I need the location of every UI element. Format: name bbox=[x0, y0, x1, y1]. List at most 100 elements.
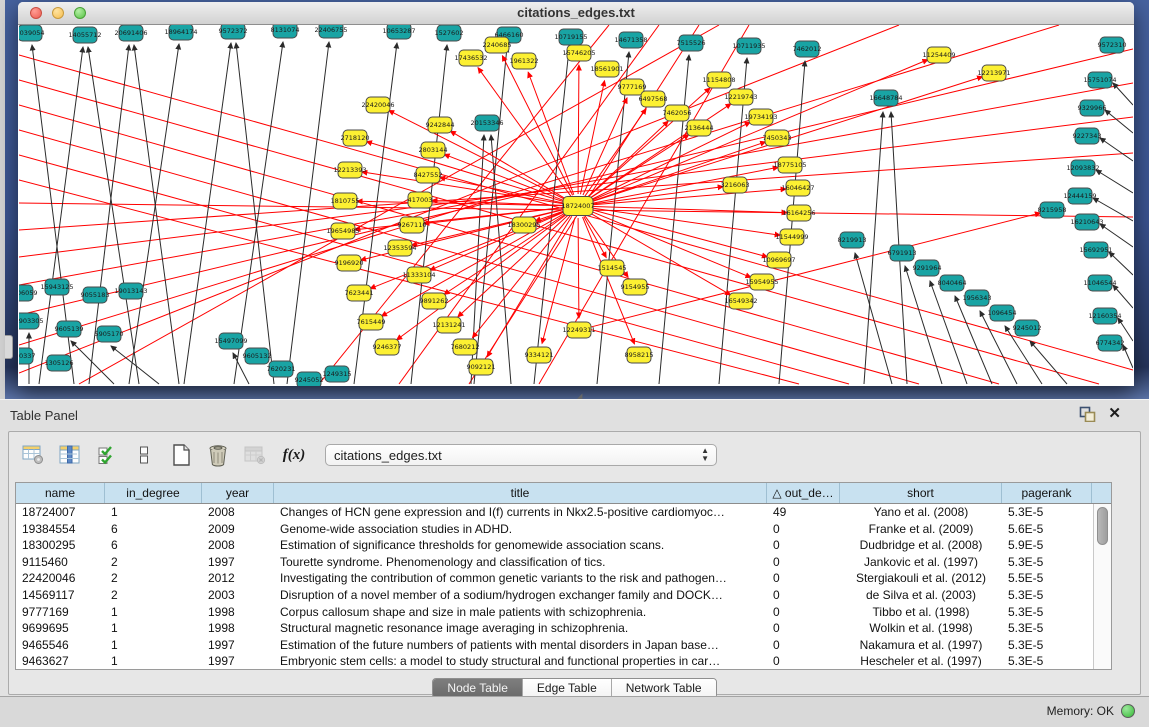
column-header-out_degree[interactable]: △ out_de… bbox=[767, 483, 840, 503]
cell-name[interactable]: 22420046 bbox=[16, 570, 105, 587]
graph-node[interactable]: 10711935 bbox=[732, 38, 765, 54]
graph-node[interactable]: 9092121 bbox=[467, 359, 496, 375]
graph-node[interactable]: 2718120 bbox=[341, 130, 370, 146]
graph-node[interactable]: 1096454 bbox=[988, 305, 1017, 321]
graph-node[interactable]: 8131074 bbox=[271, 25, 300, 38]
graph-node[interactable]: 22406755 bbox=[314, 25, 347, 38]
graph-node[interactable]: 8215958 bbox=[1038, 202, 1067, 218]
graph-node[interactable]: 3216063 bbox=[721, 177, 750, 193]
column-header-in_degree[interactable]: in_degree bbox=[105, 483, 202, 503]
table-row[interactable]: 911546021997Tourette syndrome. Phenomeno… bbox=[16, 554, 1111, 571]
table-row[interactable]: 946362711997Embryonic stem cells: a mode… bbox=[16, 653, 1111, 670]
graph-node[interactable]: 1810755 bbox=[331, 193, 360, 209]
graph-node[interactable]: 9605139 bbox=[55, 321, 84, 337]
graph-node[interactable]: 11046544 bbox=[1083, 275, 1116, 291]
function-builder-button[interactable]: f(x) bbox=[278, 441, 310, 469]
graph-node[interactable]: 9334121 bbox=[525, 347, 554, 363]
cell-out_degree[interactable]: 0 bbox=[767, 604, 840, 621]
graph-node[interactable]: 12213393 bbox=[333, 162, 366, 178]
cell-year[interactable]: 2012 bbox=[202, 570, 274, 587]
cell-in_degree[interactable]: 2 bbox=[105, 554, 202, 571]
cell-in_degree[interactable]: 1 bbox=[105, 620, 202, 637]
graph-node[interactable]: 9329966 bbox=[1078, 100, 1107, 116]
graph-node[interactable]: 14055712 bbox=[68, 27, 101, 43]
graph-node[interactable]: 10719155 bbox=[554, 29, 587, 45]
graph-node[interactable]: 22420046 bbox=[361, 97, 394, 113]
table-selector-dropdown[interactable]: citations_edges.txt ▲▼ bbox=[325, 444, 717, 466]
cell-name[interactable]: 9115460 bbox=[16, 554, 105, 571]
column-header-year[interactable]: year bbox=[202, 483, 274, 503]
cell-out_degree[interactable]: 0 bbox=[767, 537, 840, 554]
show-column-button[interactable] bbox=[56, 441, 84, 469]
cell-name[interactable]: 9465546 bbox=[16, 637, 105, 654]
cell-year[interactable]: 2008 bbox=[202, 537, 274, 554]
cell-year[interactable]: 2008 bbox=[202, 504, 274, 521]
graph-node[interactable]: 18300295 bbox=[507, 217, 540, 233]
graph-node[interactable]: 20691406 bbox=[114, 25, 147, 41]
select-columns-button[interactable] bbox=[93, 441, 121, 469]
cell-short[interactable]: Tibbo et al. (1998) bbox=[840, 604, 1002, 621]
graph-node[interactable]: 11544999 bbox=[775, 229, 808, 245]
graph-node[interactable]: 11154808 bbox=[702, 72, 735, 88]
cell-in_degree[interactable]: 2 bbox=[105, 570, 202, 587]
graph-node[interactable]: 15746205 bbox=[562, 45, 595, 61]
graph-node[interactable]: 12353594 bbox=[383, 240, 416, 256]
graph-node[interactable]: 12249311 bbox=[562, 322, 595, 338]
column-header-name[interactable]: name bbox=[16, 483, 105, 503]
cell-year[interactable]: 2009 bbox=[202, 521, 274, 538]
cell-pagerank[interactable]: 5.6E-5 bbox=[1002, 521, 1092, 538]
cell-pagerank[interactable]: 5.5E-5 bbox=[1002, 570, 1092, 587]
graph-node[interactable]: 9291964 bbox=[913, 260, 942, 276]
vertical-scrollbar[interactable] bbox=[1093, 504, 1111, 669]
graph-node[interactable]: 10653287 bbox=[382, 25, 415, 39]
cell-pagerank[interactable]: 5.3E-5 bbox=[1002, 653, 1092, 670]
graph-node[interactable]: 7515526 bbox=[677, 35, 706, 51]
graph-node[interactable]: 1305126 bbox=[45, 355, 74, 371]
graph-node[interactable]: 12444159 bbox=[1063, 188, 1096, 204]
graph-node[interactable]: 9572310 bbox=[1098, 37, 1127, 53]
cell-short[interactable]: de Silva et al. (2003) bbox=[840, 587, 1002, 604]
graph-node[interactable]: 7462012 bbox=[793, 41, 822, 57]
cell-out_degree[interactable]: 49 bbox=[767, 504, 840, 521]
cell-out_degree[interactable]: 0 bbox=[767, 521, 840, 538]
column-header-pagerank[interactable]: pagerank bbox=[1002, 483, 1092, 503]
graph-node[interactable]: 20153346 bbox=[470, 115, 503, 131]
graph-node[interactable]: 9196920 bbox=[335, 255, 364, 271]
column-header-title[interactable]: title bbox=[274, 483, 767, 503]
cell-pagerank[interactable]: 5.3E-5 bbox=[1002, 554, 1092, 571]
cell-short[interactable]: Jankovic et al. (1997) bbox=[840, 554, 1002, 571]
graph-node[interactable]: 16164256 bbox=[782, 205, 815, 221]
cell-in_degree[interactable]: 2 bbox=[105, 587, 202, 604]
cell-out_degree[interactable]: 0 bbox=[767, 587, 840, 604]
graph-node[interactable]: 18964174 bbox=[164, 25, 197, 40]
graph-node[interactable]: 18775105 bbox=[773, 157, 806, 173]
graph-node[interactable]: 1249315 bbox=[323, 366, 352, 382]
cell-short[interactable]: Stergiakouli et al. (2012) bbox=[840, 570, 1002, 587]
table-row[interactable]: 1830029562008Estimation of significance … bbox=[16, 537, 1111, 554]
cell-title[interactable]: Estimation of significance thresholds fo… bbox=[274, 537, 767, 554]
graph-node[interactable]: 9242844 bbox=[426, 117, 455, 133]
graph-node[interactable]: 9245052 bbox=[295, 372, 324, 386]
graph-node[interactable]: 18561901 bbox=[590, 61, 623, 77]
table-row[interactable]: 946554611997Estimation of the future num… bbox=[16, 637, 1111, 654]
float-window-icon[interactable] bbox=[1079, 406, 1096, 422]
graph-node[interactable]: 11333104 bbox=[402, 267, 435, 283]
cell-name[interactable]: 14569117 bbox=[16, 587, 105, 604]
graph-node[interactable]: 18724007 bbox=[561, 197, 594, 216]
graph-node[interactable]: 16210643 bbox=[1070, 214, 1103, 230]
cell-out_degree[interactable]: 0 bbox=[767, 570, 840, 587]
graph-node[interactable]: 11254409 bbox=[922, 47, 955, 63]
graph-node[interactable]: 1956343 bbox=[963, 290, 992, 306]
memory-indicator-icon[interactable] bbox=[1121, 704, 1135, 718]
graph-node[interactable]: 15692951 bbox=[1079, 242, 1112, 258]
graph-node[interactable]: 10969697 bbox=[762, 252, 795, 268]
cell-out_degree[interactable]: 0 bbox=[767, 637, 840, 654]
cell-pagerank[interactable]: 5.3E-5 bbox=[1002, 620, 1092, 637]
cell-in_degree[interactable]: 6 bbox=[105, 537, 202, 554]
cell-title[interactable]: Investigating the contribution of common… bbox=[274, 570, 767, 587]
cell-in_degree[interactable]: 6 bbox=[105, 521, 202, 538]
graph-node[interactable]: 2803144 bbox=[419, 142, 448, 158]
graph-node[interactable]: 9891262 bbox=[420, 293, 449, 309]
graph-node[interactable]: 16648784 bbox=[869, 90, 902, 106]
graph-node[interactable]: 15954955 bbox=[745, 274, 778, 290]
